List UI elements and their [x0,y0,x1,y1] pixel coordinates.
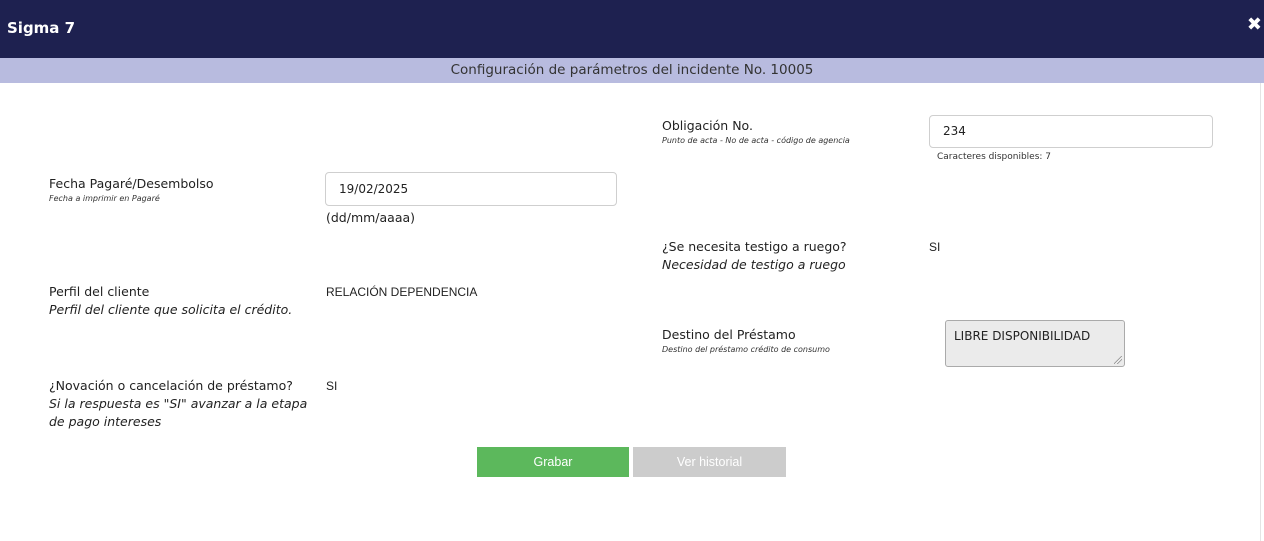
save-button[interactable]: Grabar [477,447,629,477]
perfil-label: Perfil del cliente [49,284,150,299]
novacion-value: SI [326,379,338,393]
history-button[interactable]: Ver historial [633,447,786,477]
destino-value: LIBRE DISPONIBILIDAD [954,329,1091,343]
divider [1260,83,1261,541]
perfil-value: RELACIÓN DEPENDENCIA [326,285,478,299]
destino-label: Destino del Préstamo [662,327,796,342]
novacion-hint-line1: Si la respuesta es "SI" avanzar a la eta… [49,396,308,411]
testigo-value: SI [929,240,941,254]
perfil-hint: Perfil del cliente que solicita el crédi… [49,302,293,317]
destino-hint: Destino del préstamo crédito de consumo [662,345,830,354]
novacion-label: ¿Novación o cancelación de préstamo? [49,378,293,393]
fecha-format-hint: (dd/mm/aaaa) [326,210,416,225]
fecha-pagare-input[interactable]: 19/02/2025 [325,172,617,206]
obligacion-label: Obligación No. [662,118,753,133]
form-header: Configuración de parámetros del incident… [0,58,1264,83]
testigo-label: ¿Se necesita testigo a ruego? [662,239,847,254]
obligacion-input[interactable]: 234 [929,115,1213,148]
fecha-pagare-label: Fecha Pagaré/Desembolso [49,176,214,191]
close-icon[interactable]: ✖ [1247,14,1262,35]
resize-handle-icon[interactable] [1114,356,1122,364]
fecha-pagare-value: 19/02/2025 [339,182,409,196]
fecha-pagare-hint: Fecha a imprimir en Pagaré [49,194,160,203]
destino-textarea[interactable]: LIBRE DISPONIBILIDAD [945,320,1125,367]
testigo-hint: Necesidad de testigo a ruego [662,257,846,272]
obligacion-hint: Punto de acta - No de acta - código de a… [662,136,850,145]
novacion-hint-line2: de pago intereses [49,414,162,429]
chars-available: Caracteres disponibles: 7 [937,152,1052,162]
title-bar: Sigma 7 ✖ [0,0,1264,58]
window-title: Sigma 7 [7,19,76,37]
obligacion-value: 234 [943,124,966,138]
